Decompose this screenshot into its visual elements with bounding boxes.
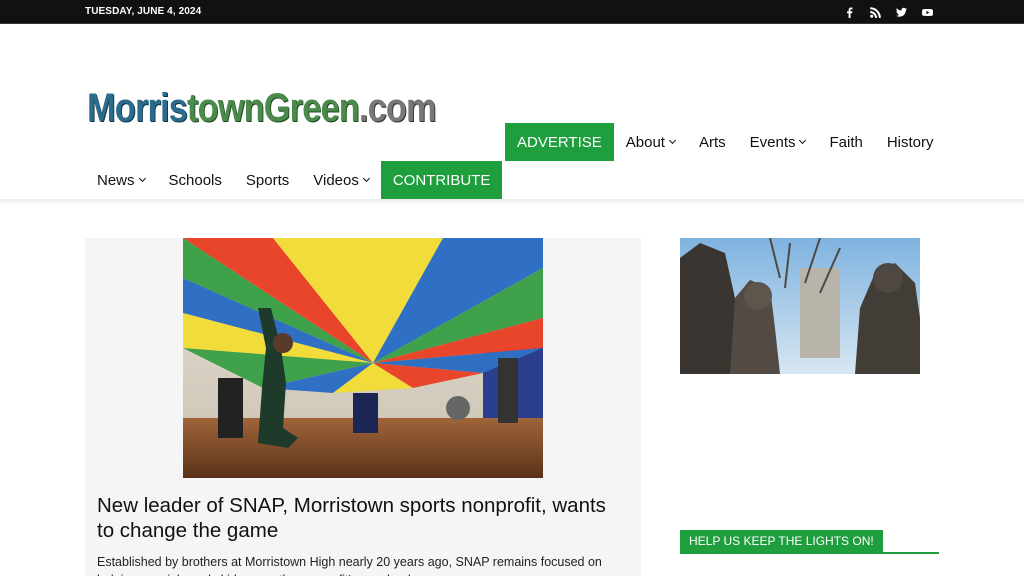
- nav-history[interactable]: History: [875, 123, 946, 161]
- nav-news[interactable]: News: [85, 161, 157, 199]
- nav-schools[interactable]: Schools: [157, 161, 234, 199]
- featured-excerpt: Established by brothers at Morristown Hi…: [97, 555, 602, 576]
- header-divider: [0, 199, 1024, 205]
- nav-sports[interactable]: Sports: [234, 161, 301, 199]
- nav-contribute[interactable]: CONTRIBUTE: [380, 161, 503, 199]
- nav-about-label: About: [625, 133, 665, 151]
- chevron-down-icon: [799, 136, 807, 145]
- help-label: HELP US KEEP THE LIGHTS ON!: [680, 530, 883, 552]
- facebook-icon[interactable]: [842, 4, 856, 20]
- nav-arts[interactable]: Arts: [687, 123, 738, 161]
- nav-news-label: News: [97, 171, 135, 189]
- nav-events[interactable]: Events: [738, 123, 818, 161]
- site-logo[interactable]: MorristownGreen.com: [87, 86, 437, 131]
- nav-videos-label: Videos: [313, 171, 359, 189]
- rss-icon[interactable]: [868, 4, 882, 20]
- main-nav-row-2: News Schools Sports Videos CONTRIBUTE: [85, 161, 503, 199]
- social-links: [842, 4, 934, 20]
- nav-advertise[interactable]: ADVERTISE: [505, 123, 614, 161]
- current-date: TUESDAY, JUNE 4, 2024: [85, 6, 202, 17]
- sidebar-image[interactable]: [680, 238, 920, 374]
- chevron-down-icon: [362, 174, 370, 183]
- chevron-down-icon: [138, 174, 146, 183]
- main-nav-row-1: ADVERTISE About Arts Events Faith Histor…: [505, 123, 946, 161]
- featured-title[interactable]: New leader of SNAP, Morristown sports no…: [97, 493, 627, 543]
- nav-faith[interactable]: Faith: [817, 123, 874, 161]
- chevron-down-icon: [668, 136, 676, 145]
- nav-about[interactable]: About: [614, 123, 687, 161]
- help-section-header: HELP US KEEP THE LIGHTS ON!: [680, 530, 939, 554]
- youtube-icon[interactable]: [920, 4, 934, 20]
- top-bar: TUESDAY, JUNE 4, 2024: [0, 0, 1024, 24]
- twitter-icon[interactable]: [894, 4, 908, 20]
- nav-events-label: Events: [749, 133, 796, 151]
- featured-article: New leader of SNAP, Morristown sports no…: [85, 238, 641, 576]
- nav-videos[interactable]: Videos: [301, 161, 381, 199]
- featured-image[interactable]: [183, 238, 543, 478]
